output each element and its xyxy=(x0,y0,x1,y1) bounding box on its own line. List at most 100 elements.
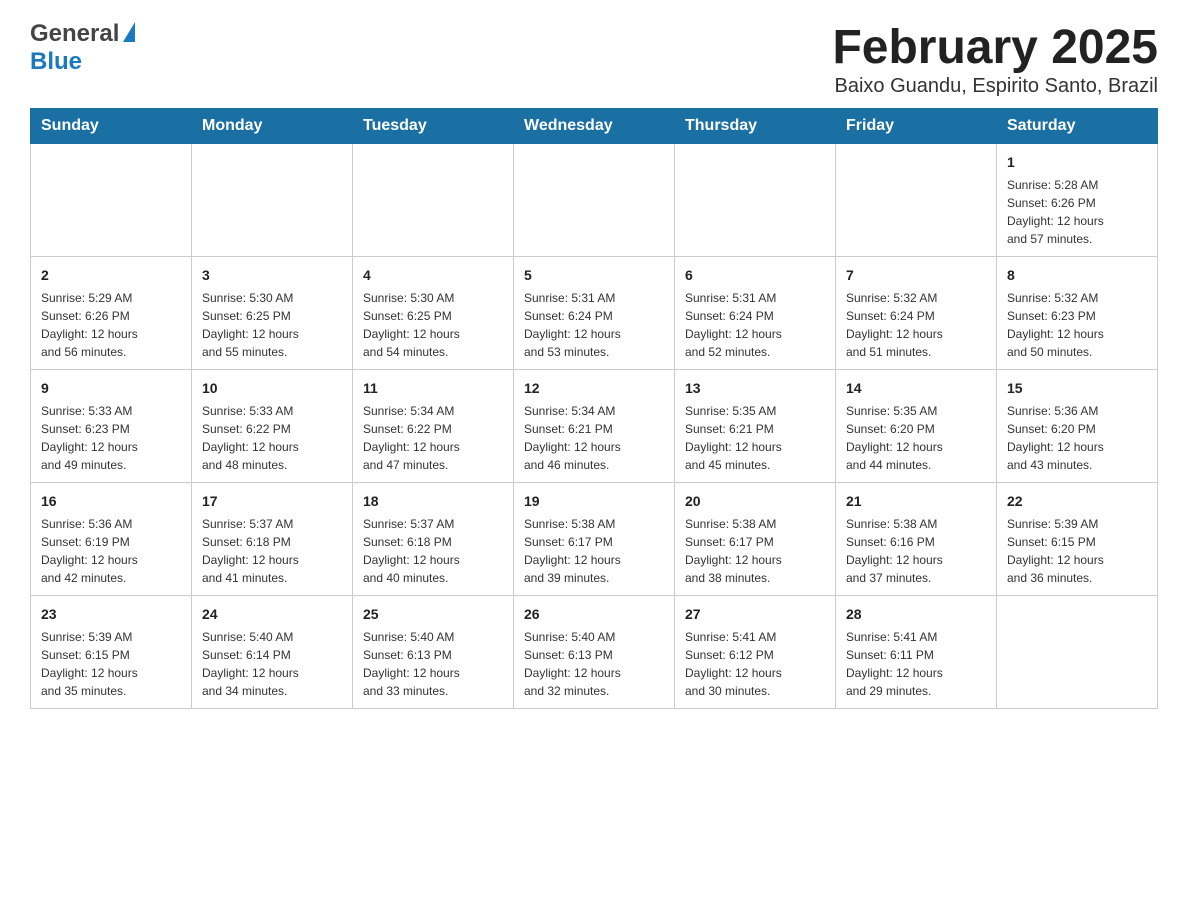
day-info: Sunrise: 5:39 AM Sunset: 6:15 PM Dayligh… xyxy=(41,628,181,700)
calendar-day-cell: 14 Sunrise: 5:35 AM Sunset: 6:20 PM Dayli… xyxy=(836,370,997,483)
calendar-header: SundayMondayTuesdayWednesdayThursdayFrid… xyxy=(31,109,1158,144)
calendar-day-cell: 6 Sunrise: 5:31 AM Sunset: 6:24 PM Daylig… xyxy=(675,257,836,370)
day-info: Sunrise: 5:40 AM Sunset: 6:13 PM Dayligh… xyxy=(524,628,664,700)
day-number: 5 xyxy=(524,265,664,286)
calendar-day-cell: 18 Sunrise: 5:37 AM Sunset: 6:18 PM Dayli… xyxy=(353,483,514,596)
calendar-week-row: 1 Sunrise: 5:28 AM Sunset: 6:26 PM Daylig… xyxy=(31,144,1158,257)
calendar-day-cell: 10 Sunrise: 5:33 AM Sunset: 6:22 PM Dayli… xyxy=(192,370,353,483)
day-of-week-header: Saturday xyxy=(997,109,1158,144)
day-of-week-header: Tuesday xyxy=(353,109,514,144)
calendar-day-cell: 2 Sunrise: 5:29 AM Sunset: 6:26 PM Daylig… xyxy=(31,257,192,370)
day-info: Sunrise: 5:39 AM Sunset: 6:15 PM Dayligh… xyxy=(1007,515,1147,587)
calendar-week-row: 16Sunrise: 5:36 AM Sunset: 6:19 PM Dayli… xyxy=(31,483,1158,596)
calendar-day-cell xyxy=(192,144,353,257)
calendar-day-cell: 23Sunrise: 5:39 AM Sunset: 6:15 PM Dayli… xyxy=(31,596,192,709)
logo-general-text: General xyxy=(30,20,119,48)
title-block: February 2025 Baixo Guandu, Espirito San… xyxy=(832,20,1158,98)
day-info: Sunrise: 5:31 AM Sunset: 6:24 PM Dayligh… xyxy=(524,289,664,361)
day-number: 9 xyxy=(41,378,181,399)
calendar-subtitle: Baixo Guandu, Espirito Santo, Brazil xyxy=(832,75,1158,98)
day-info: Sunrise: 5:33 AM Sunset: 6:22 PM Dayligh… xyxy=(202,402,342,474)
calendar-day-cell: 3 Sunrise: 5:30 AM Sunset: 6:25 PM Daylig… xyxy=(192,257,353,370)
day-number: 2 xyxy=(41,265,181,286)
day-number: 20 xyxy=(685,491,825,512)
day-info: Sunrise: 5:31 AM Sunset: 6:24 PM Dayligh… xyxy=(685,289,825,361)
calendar-day-cell: 28 Sunrise: 5:41 AM Sunset: 6:11 PM Dayli… xyxy=(836,596,997,709)
day-info: Sunrise: 5:30 AM Sunset: 6:25 PM Dayligh… xyxy=(202,289,342,361)
day-number: 24 xyxy=(202,604,342,625)
day-number: 19 xyxy=(524,491,664,512)
day-info: Sunrise: 5:35 AM Sunset: 6:21 PM Dayligh… xyxy=(685,402,825,474)
day-info: Sunrise: 5:33 AM Sunset: 6:23 PM Dayligh… xyxy=(41,402,181,474)
calendar-day-cell: 24 Sunrise: 5:40 AM Sunset: 6:14 PM Dayli… xyxy=(192,596,353,709)
day-info: Sunrise: 5:36 AM Sunset: 6:20 PM Dayligh… xyxy=(1007,402,1147,474)
day-number: 13 xyxy=(685,378,825,399)
calendar-day-cell: 1 Sunrise: 5:28 AM Sunset: 6:26 PM Daylig… xyxy=(997,144,1158,257)
day-info: Sunrise: 5:38 AM Sunset: 6:17 PM Dayligh… xyxy=(685,515,825,587)
day-number: 3 xyxy=(202,265,342,286)
day-number: 6 xyxy=(685,265,825,286)
calendar-day-cell: 26 Sunrise: 5:40 AM Sunset: 6:13 PM Dayli… xyxy=(514,596,675,709)
day-number: 17 xyxy=(202,491,342,512)
day-number: 10 xyxy=(202,378,342,399)
day-of-week-header: Monday xyxy=(192,109,353,144)
calendar-day-cell: 11 Sunrise: 5:34 AM Sunset: 6:22 PM Dayli… xyxy=(353,370,514,483)
day-info: Sunrise: 5:40 AM Sunset: 6:13 PM Dayligh… xyxy=(363,628,503,700)
day-of-week-header: Sunday xyxy=(31,109,192,144)
day-number: 25 xyxy=(363,604,503,625)
calendar-day-cell: 7 Sunrise: 5:32 AM Sunset: 6:24 PM Daylig… xyxy=(836,257,997,370)
calendar-day-cell: 25 Sunrise: 5:40 AM Sunset: 6:13 PM Dayli… xyxy=(353,596,514,709)
day-info: Sunrise: 5:36 AM Sunset: 6:19 PM Dayligh… xyxy=(41,515,181,587)
calendar-day-cell: 9 Sunrise: 5:33 AM Sunset: 6:23 PM Daylig… xyxy=(31,370,192,483)
calendar-day-cell: 12 Sunrise: 5:34 AM Sunset: 6:21 PM Dayli… xyxy=(514,370,675,483)
day-info: Sunrise: 5:34 AM Sunset: 6:21 PM Dayligh… xyxy=(524,402,664,474)
day-info: Sunrise: 5:32 AM Sunset: 6:24 PM Dayligh… xyxy=(846,289,986,361)
calendar-day-cell: 21 Sunrise: 5:38 AM Sunset: 6:16 PM Dayli… xyxy=(836,483,997,596)
calendar-day-cell xyxy=(31,144,192,257)
day-of-week-header: Thursday xyxy=(675,109,836,144)
day-number: 21 xyxy=(846,491,986,512)
logo-triangle-icon xyxy=(123,22,135,42)
day-info: Sunrise: 5:35 AM Sunset: 6:20 PM Dayligh… xyxy=(846,402,986,474)
day-number: 18 xyxy=(363,491,503,512)
calendar-day-cell: 15 Sunrise: 5:36 AM Sunset: 6:20 PM Dayli… xyxy=(997,370,1158,483)
calendar-title: February 2025 xyxy=(832,20,1158,75)
day-info: Sunrise: 5:37 AM Sunset: 6:18 PM Dayligh… xyxy=(363,515,503,587)
calendar-day-cell: 17 Sunrise: 5:37 AM Sunset: 6:18 PM Dayli… xyxy=(192,483,353,596)
day-info: Sunrise: 5:30 AM Sunset: 6:25 PM Dayligh… xyxy=(363,289,503,361)
calendar-day-cell: 8Sunrise: 5:32 AM Sunset: 6:23 PM Daylig… xyxy=(997,257,1158,370)
calendar-table: SundayMondayTuesdayWednesdayThursdayFrid… xyxy=(30,108,1158,709)
calendar-day-cell: 27Sunrise: 5:41 AM Sunset: 6:12 PM Dayli… xyxy=(675,596,836,709)
day-number: 12 xyxy=(524,378,664,399)
day-info: Sunrise: 5:38 AM Sunset: 6:16 PM Dayligh… xyxy=(846,515,986,587)
day-info: Sunrise: 5:40 AM Sunset: 6:14 PM Dayligh… xyxy=(202,628,342,700)
calendar-day-cell: 13 Sunrise: 5:35 AM Sunset: 6:21 PM Dayli… xyxy=(675,370,836,483)
calendar-week-row: 2 Sunrise: 5:29 AM Sunset: 6:26 PM Daylig… xyxy=(31,257,1158,370)
calendar-day-cell: 5 Sunrise: 5:31 AM Sunset: 6:24 PM Daylig… xyxy=(514,257,675,370)
day-number: 7 xyxy=(846,265,986,286)
day-number: 22 xyxy=(1007,491,1147,512)
page-header: General Blue February 2025 Baixo Guandu,… xyxy=(30,20,1158,98)
calendar-day-cell: 20 Sunrise: 5:38 AM Sunset: 6:17 PM Dayli… xyxy=(675,483,836,596)
day-info: Sunrise: 5:34 AM Sunset: 6:22 PM Dayligh… xyxy=(363,402,503,474)
calendar-day-cell xyxy=(353,144,514,257)
day-info: Sunrise: 5:28 AM Sunset: 6:26 PM Dayligh… xyxy=(1007,176,1147,248)
calendar-day-cell: 4Sunrise: 5:30 AM Sunset: 6:25 PM Daylig… xyxy=(353,257,514,370)
day-number: 14 xyxy=(846,378,986,399)
day-number: 11 xyxy=(363,378,503,399)
calendar-day-cell: 19Sunrise: 5:38 AM Sunset: 6:17 PM Dayli… xyxy=(514,483,675,596)
day-info: Sunrise: 5:41 AM Sunset: 6:11 PM Dayligh… xyxy=(846,628,986,700)
day-number: 26 xyxy=(524,604,664,625)
day-number: 15 xyxy=(1007,378,1147,399)
calendar-day-cell: 16Sunrise: 5:36 AM Sunset: 6:19 PM Dayli… xyxy=(31,483,192,596)
header-row: SundayMondayTuesdayWednesdayThursdayFrid… xyxy=(31,109,1158,144)
calendar-day-cell xyxy=(836,144,997,257)
day-info: Sunrise: 5:37 AM Sunset: 6:18 PM Dayligh… xyxy=(202,515,342,587)
calendar-day-cell: 22 Sunrise: 5:39 AM Sunset: 6:15 PM Dayli… xyxy=(997,483,1158,596)
day-number: 1 xyxy=(1007,152,1147,173)
calendar-week-row: 9 Sunrise: 5:33 AM Sunset: 6:23 PM Daylig… xyxy=(31,370,1158,483)
day-info: Sunrise: 5:29 AM Sunset: 6:26 PM Dayligh… xyxy=(41,289,181,361)
day-info: Sunrise: 5:41 AM Sunset: 6:12 PM Dayligh… xyxy=(685,628,825,700)
day-number: 28 xyxy=(846,604,986,625)
calendar-day-cell xyxy=(997,596,1158,709)
